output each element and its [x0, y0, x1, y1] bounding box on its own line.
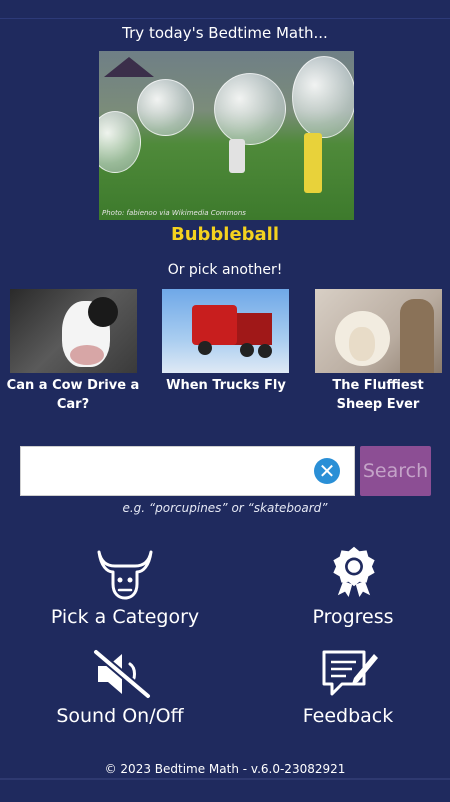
- feature-title[interactable]: Bubbleball: [0, 224, 450, 245]
- bull-icon[interactable]: [95, 548, 155, 600]
- clear-search-icon[interactable]: ✕: [314, 458, 340, 484]
- cow-nose-shape: [70, 345, 104, 365]
- bubble-shape: [137, 79, 194, 136]
- feedback-label[interactable]: Feedback: [248, 705, 448, 727]
- bubble-shape: [99, 111, 141, 173]
- sound-off-icon[interactable]: [92, 648, 152, 700]
- thumbnail-title[interactable]: The Fluffiest Sheep Ever: [308, 376, 448, 414]
- search-hint: e.g. “porcupines” or “skateboard”: [122, 501, 328, 515]
- sheep-face-shape: [349, 327, 375, 361]
- award-ribbon-icon[interactable]: [324, 545, 384, 597]
- search-input[interactable]: [20, 446, 355, 496]
- photo-credit: Photo: fabienoo via Wikimedia Commons: [102, 209, 246, 217]
- truck-trailer-shape: [232, 313, 272, 345]
- truck-wheel-shape: [198, 341, 212, 355]
- player-shape: [229, 139, 245, 173]
- footer-copyright: © 2023 Bedtime Math - v.6.0-23082921: [104, 762, 346, 776]
- thumbnail-title[interactable]: When Trucks Fly: [156, 376, 296, 395]
- player-shape: [304, 133, 322, 193]
- feedback-icon[interactable]: [320, 647, 380, 699]
- cow-spot-shape: [88, 297, 118, 327]
- bubble-shape: [214, 73, 286, 145]
- thumbnail-truck[interactable]: [162, 289, 289, 373]
- bottom-bar: [0, 778, 450, 802]
- thumbnail-title[interactable]: Can a Cow Drive a Car?: [3, 376, 143, 414]
- truck-cab-shape: [192, 305, 237, 345]
- or-pick-text: Or pick another!: [167, 262, 283, 278]
- truck-wheel-shape: [258, 344, 272, 358]
- bubble-shape: [292, 56, 354, 138]
- tent-shape: [104, 57, 154, 77]
- sound-toggle-label[interactable]: Sound On/Off: [20, 705, 220, 727]
- intro-text: Try today's Bedtime Math...: [122, 24, 328, 42]
- thumbnail-sheep[interactable]: [315, 289, 442, 373]
- progress-label[interactable]: Progress: [253, 606, 450, 628]
- feature-image[interactable]: Photo: fabienoo via Wikimedia Commons: [99, 51, 354, 220]
- person-shape: [400, 299, 434, 373]
- pick-category-label[interactable]: Pick a Category: [25, 606, 225, 628]
- truck-wheel-shape: [240, 343, 254, 357]
- status-bar: [0, 0, 450, 19]
- search-button[interactable]: Search: [360, 446, 431, 496]
- thumbnail-cow[interactable]: [10, 289, 137, 373]
